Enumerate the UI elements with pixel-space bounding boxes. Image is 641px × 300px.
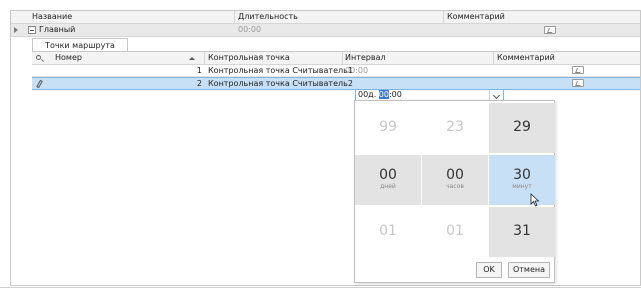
- picker-value: 30: [513, 167, 531, 183]
- column-divider[interactable]: [204, 52, 205, 65]
- table-row-selected[interactable]: 2 Контрольная точка Считыватель2: [32, 77, 640, 90]
- main-grid-header: Название Длительность Комментарий: [11, 11, 640, 24]
- table-row[interactable]: 1 Контрольная точка Считыватель1 00:00: [32, 65, 640, 77]
- detail-grid-header: Номер Контрольная точка Интервал Коммент…: [32, 52, 640, 65]
- main-grid-row[interactable]: Главный 00:00: [11, 24, 640, 37]
- column-header-number[interactable]: Номер: [55, 52, 82, 64]
- editor-minutes-text: :00: [388, 90, 402, 99]
- column-header-duration[interactable]: Длительность: [238, 11, 298, 23]
- editor-days-text: 00д.: [358, 90, 379, 99]
- picker-hours-prev[interactable]: 23: [422, 103, 488, 153]
- detail-grid: Номер Контрольная точка Интервал Коммент…: [32, 51, 640, 102]
- column-divider[interactable]: [234, 11, 235, 24]
- mouse-cursor-icon: [530, 193, 540, 207]
- row-checkpoint: Контрольная точка Считыватель1: [208, 66, 353, 75]
- row-number: 2: [196, 79, 202, 88]
- tab-route-points[interactable]: Точки маршрута: [32, 38, 128, 52]
- picker-days-next[interactable]: 01: [355, 207, 421, 257]
- picker-days-prev[interactable]: 99: [355, 103, 421, 153]
- picker-unit-label: минут: [512, 183, 532, 190]
- collapse-minus-icon[interactable]: [28, 26, 36, 34]
- row-checkpoint: Контрольная точка Считыватель2: [208, 79, 353, 88]
- row-number: 1: [196, 66, 202, 75]
- column-divider[interactable]: [443, 11, 444, 24]
- cancel-button[interactable]: Отмена: [508, 262, 550, 278]
- picker-minutes-next[interactable]: 31: [489, 207, 555, 257]
- comment-icon[interactable]: [572, 79, 584, 87]
- comment-icon[interactable]: [544, 26, 556, 34]
- column-header-checkpoint[interactable]: Контрольная точка: [208, 52, 290, 64]
- comment-icon[interactable]: [572, 66, 584, 74]
- column-header-name[interactable]: Название: [32, 11, 72, 23]
- interval-picker-popup: 99 00 дней 01 23 00 часов 01 29 30 минут…: [354, 100, 555, 283]
- column-header-comment[interactable]: Комментарий: [447, 11, 505, 23]
- picker-value: 00: [446, 167, 464, 183]
- picker-hours-current[interactable]: 00 часов: [422, 155, 488, 205]
- tab-label: Точки маршрута: [45, 41, 115, 50]
- picker-value: 99: [379, 119, 397, 135]
- picker-value: 23: [446, 119, 464, 135]
- picker-hours-next[interactable]: 01: [422, 207, 488, 257]
- picker-value: 01: [379, 223, 397, 239]
- editor-selected-hours: 00: [378, 90, 389, 99]
- sort-asc-icon[interactable]: [189, 57, 195, 60]
- search-icon[interactable]: [36, 55, 41, 60]
- column-header-interval[interactable]: Интервал: [345, 52, 386, 64]
- ok-button[interactable]: OK: [476, 262, 502, 278]
- row-name: Главный: [39, 25, 76, 34]
- picker-value: 29: [513, 119, 531, 135]
- picker-days-current[interactable]: 00 дней: [355, 155, 421, 205]
- picker-minutes-current[interactable]: 30 минут: [489, 155, 555, 205]
- bottom-divider: [0, 287, 641, 288]
- expand-arrow-icon[interactable]: [14, 27, 18, 33]
- column-header-comment[interactable]: Комментарий: [497, 52, 555, 64]
- pencil-icon: [36, 79, 43, 89]
- picker-minutes-prev[interactable]: 29: [489, 103, 555, 153]
- picker-value: 31: [513, 223, 531, 239]
- column-divider[interactable]: [342, 52, 343, 65]
- picker-unit-label: часов: [446, 183, 464, 190]
- picker-value: 01: [446, 223, 464, 239]
- row-interval: 00:00: [345, 66, 369, 75]
- column-divider[interactable]: [493, 52, 494, 65]
- picker-unit-label: дней: [380, 183, 396, 190]
- picker-value: 00: [379, 167, 397, 183]
- row-duration: 00:00: [238, 25, 262, 34]
